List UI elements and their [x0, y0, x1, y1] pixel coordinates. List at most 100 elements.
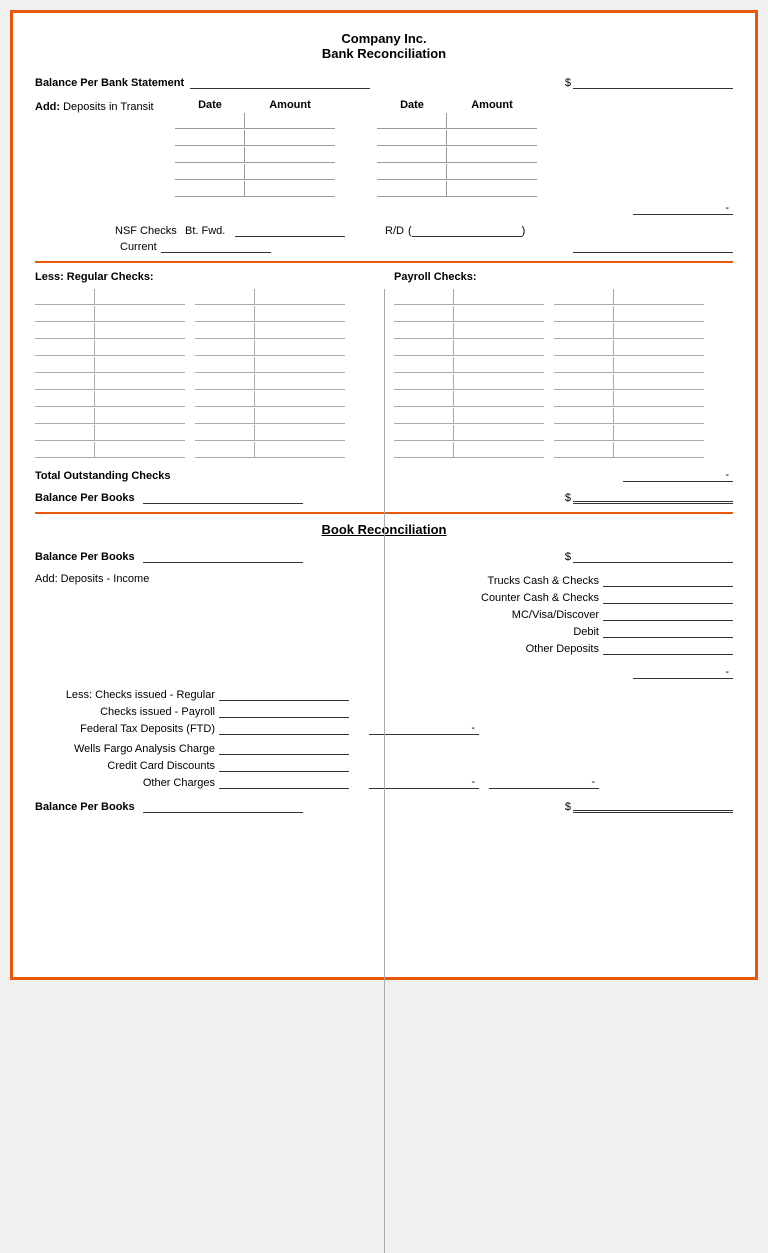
nsf-current-input[interactable]	[161, 239, 271, 253]
reg-check-7[interactable]	[35, 391, 185, 407]
income-other-deposits-input[interactable]	[603, 641, 733, 655]
pay-check-1[interactable]	[394, 289, 544, 305]
balance-bank-right: $	[565, 75, 733, 89]
checks-section: Less: Regular Checks:	[35, 271, 733, 459]
section-divider	[35, 261, 733, 263]
reg-check-9[interactable]	[35, 425, 185, 441]
reg-check-1[interactable]	[35, 289, 185, 305]
final-balance-books-amount[interactable]	[573, 799, 733, 813]
deposit-row-1[interactable]	[175, 113, 335, 129]
pay-check-7[interactable]	[394, 391, 544, 407]
deposits-subtotal-row: -	[35, 202, 733, 215]
reg-check-12[interactable]	[195, 306, 345, 322]
payroll-checks-group: Payroll Checks:	[374, 271, 733, 459]
pay-check-5[interactable]	[394, 357, 544, 373]
deposit-row-r2[interactable]	[377, 130, 537, 146]
deposit-row-r1[interactable]	[377, 113, 537, 129]
pay-check-14[interactable]	[554, 340, 704, 356]
balance-per-bank-row: Balance Per Bank Statement $	[35, 75, 733, 89]
reg-check-5[interactable]	[35, 357, 185, 373]
income-trucks-input[interactable]	[603, 573, 733, 587]
nsf-current-total-input[interactable]	[573, 239, 733, 253]
deposit-row-5[interactable]	[175, 181, 335, 197]
reg-check-11[interactable]	[195, 289, 345, 305]
other-charges-input[interactable]	[219, 775, 349, 789]
reg-check-3[interactable]	[35, 323, 185, 339]
less-checks-payroll-input[interactable]	[219, 704, 349, 718]
wells-fargo-input[interactable]	[219, 741, 349, 755]
reg-check-15[interactable]	[195, 357, 345, 373]
deposit-row-r5[interactable]	[377, 181, 537, 197]
reg-check-20[interactable]	[195, 442, 345, 458]
pay-check-15[interactable]	[554, 357, 704, 373]
date-header-right: Date	[377, 99, 447, 111]
income-mc-row: MC/Visa/Discover	[175, 607, 733, 621]
reg-check-17[interactable]	[195, 391, 345, 407]
reg-check-13[interactable]	[195, 323, 345, 339]
other-charges-subtotal: -	[369, 776, 479, 789]
deposit-row-2[interactable]	[175, 130, 335, 146]
pay-check-10[interactable]	[394, 442, 544, 458]
pay-check-13[interactable]	[554, 323, 704, 339]
bank-balance-books-amount[interactable]	[573, 490, 733, 504]
bank-balance-books-input[interactable]	[143, 490, 303, 504]
deposit-row-3[interactable]	[175, 147, 335, 163]
reg-check-19[interactable]	[195, 425, 345, 441]
book-balance-books-amount[interactable]	[573, 549, 733, 563]
reg-check-4[interactable]	[35, 340, 185, 356]
income-mc-input[interactable]	[603, 607, 733, 621]
pay-check-11[interactable]	[554, 289, 704, 305]
amount-header-right: Amount	[447, 99, 537, 111]
nsf-btfwd-input[interactable]	[235, 223, 345, 237]
total-outstanding-dash: -	[725, 469, 729, 481]
bt-fwd-label: Bt. Fwd.	[185, 225, 235, 237]
final-balance-books-input[interactable]	[143, 799, 303, 813]
reg-check-16[interactable]	[195, 374, 345, 390]
credit-card-discounts-label: Credit Card Discounts	[35, 760, 215, 772]
deposit-row-r4[interactable]	[377, 164, 537, 180]
regular-checks-col1	[35, 289, 185, 459]
less-ftd-input[interactable]	[219, 721, 349, 735]
deposit-row-r3[interactable]	[377, 147, 537, 163]
income-counter-input[interactable]	[603, 590, 733, 604]
reg-check-2[interactable]	[35, 306, 185, 322]
payroll-checks-title: Payroll Checks:	[394, 271, 733, 283]
total-outstanding-right: -	[623, 469, 733, 482]
pay-check-16[interactable]	[554, 374, 704, 390]
pay-check-12[interactable]	[554, 306, 704, 322]
payroll-checks-col1	[394, 289, 544, 459]
wells-fargo-label: Wells Fargo Analysis Charge	[35, 743, 215, 755]
pay-check-4[interactable]	[394, 340, 544, 356]
pay-check-20[interactable]	[554, 442, 704, 458]
reg-check-6[interactable]	[35, 374, 185, 390]
dollar-sign-2: $	[565, 492, 571, 504]
income-debit-input[interactable]	[603, 624, 733, 638]
pay-check-3[interactable]	[394, 323, 544, 339]
dollar-sign-3: $	[565, 551, 571, 563]
income-trucks-label: Trucks Cash & Checks	[488, 575, 599, 587]
deposits-subtotal-dash: -	[725, 202, 729, 214]
pay-check-6[interactable]	[394, 374, 544, 390]
nsf-rd-input[interactable]	[412, 223, 522, 237]
pay-check-19[interactable]	[554, 425, 704, 441]
other-charges-dash: -	[471, 776, 475, 788]
pay-check-17[interactable]	[554, 391, 704, 407]
book-balance-books-input[interactable]	[143, 549, 303, 563]
title-section: Company Inc. Bank Reconciliation	[35, 31, 733, 61]
pay-check-2[interactable]	[394, 306, 544, 322]
reg-check-14[interactable]	[195, 340, 345, 356]
balance-bank-input[interactable]	[190, 75, 370, 89]
pay-check-8[interactable]	[394, 408, 544, 424]
pay-check-18[interactable]	[554, 408, 704, 424]
deposits-col-headers-left: Date Amount	[175, 99, 335, 111]
deposit-row-4[interactable]	[175, 164, 335, 180]
reg-check-8[interactable]	[35, 408, 185, 424]
credit-card-discounts-input[interactable]	[219, 758, 349, 772]
less-checks-regular-input[interactable]	[219, 687, 349, 701]
less-ftd-total-line: -	[369, 722, 479, 735]
pay-check-9[interactable]	[394, 425, 544, 441]
reg-check-18[interactable]	[195, 408, 345, 424]
income-trucks-row: Trucks Cash & Checks	[175, 573, 733, 587]
balance-bank-amount-input[interactable]	[573, 75, 733, 89]
reg-check-10[interactable]	[35, 442, 185, 458]
